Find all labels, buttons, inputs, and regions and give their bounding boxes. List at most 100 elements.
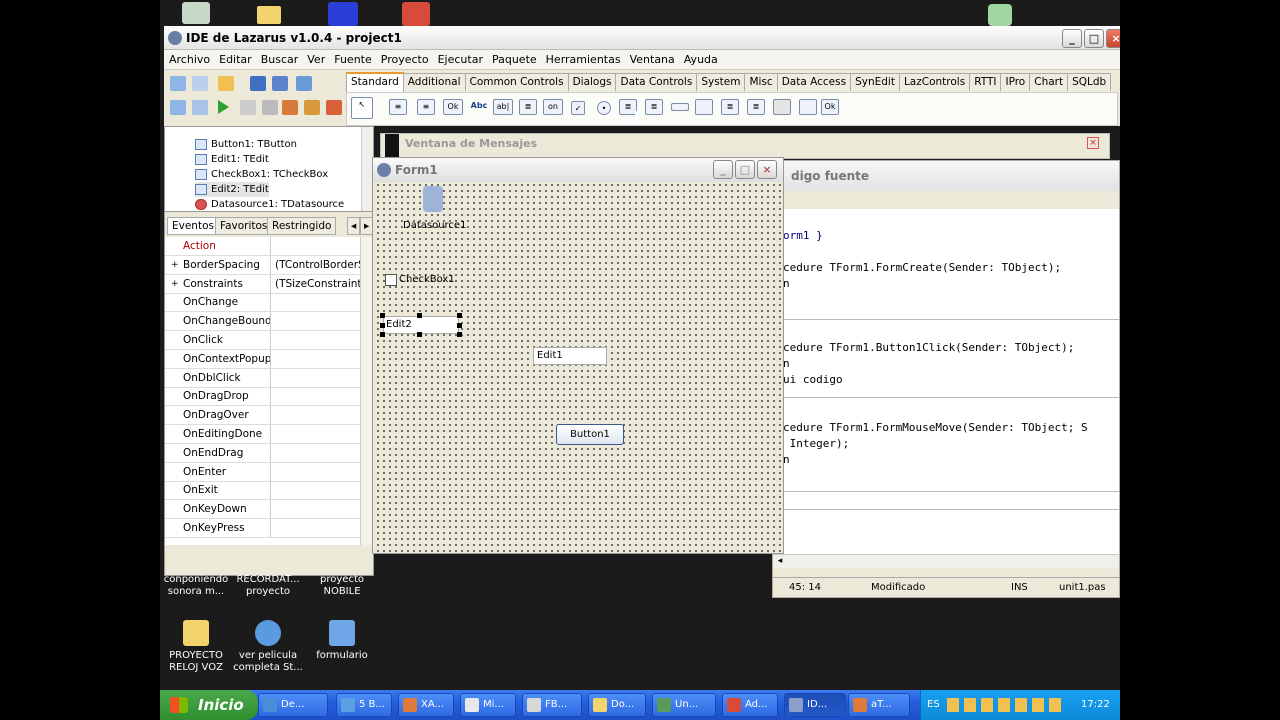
expand-icon[interactable]: + bbox=[171, 256, 179, 274]
tpanel-icon[interactable] bbox=[773, 99, 791, 115]
step-over-icon[interactable] bbox=[304, 100, 320, 115]
view-units-icon[interactable] bbox=[170, 100, 186, 115]
maximize-button[interactable]: □ bbox=[1084, 29, 1104, 48]
tab-synedit[interactable]: SynEdit bbox=[850, 73, 900, 91]
property-row[interactable]: +BorderSpacing(TControlBorderSp bbox=[165, 255, 360, 275]
property-row[interactable]: +Constraints(TSizeConstraints) bbox=[165, 274, 360, 294]
selection-handle[interactable] bbox=[380, 313, 385, 318]
tree-item-edit1[interactable]: Edit1: TEdit bbox=[195, 152, 269, 167]
property-value[interactable]: (TControlBorderSp bbox=[275, 256, 360, 274]
selection-handle[interactable] bbox=[457, 313, 462, 318]
tree-item-datasource1[interactable]: Datasource1: TDatasource bbox=[195, 197, 344, 211]
menu-fuente[interactable]: Fuente bbox=[334, 53, 372, 66]
save-all-icon[interactable] bbox=[272, 76, 288, 91]
property-value[interactable]: (TSizeConstraints) bbox=[275, 275, 360, 293]
desktop-icon-b[interactable] bbox=[328, 2, 358, 26]
tab-lazcontrols[interactable]: LazControls bbox=[898, 73, 971, 91]
property-row[interactable]: OnDblClick bbox=[165, 368, 360, 388]
tab-eventos[interactable]: Eventos bbox=[167, 217, 219, 235]
property-row[interactable]: OnContextPopup bbox=[165, 349, 360, 369]
selection-handle[interactable] bbox=[457, 323, 462, 328]
menu-archivo[interactable]: Archivo bbox=[169, 53, 210, 66]
desktop-icon-nobile[interactable]: proyecto NOBILE bbox=[306, 574, 378, 598]
selection-handle[interactable] bbox=[417, 313, 422, 318]
tab-misc[interactable]: Misc bbox=[744, 73, 778, 91]
pause-icon[interactable] bbox=[240, 100, 256, 115]
taskbar-button[interactable]: 5 B... bbox=[336, 693, 392, 717]
code-hscrollbar[interactable]: ◂ bbox=[773, 554, 1119, 568]
tab-rtti[interactable]: RTTI bbox=[969, 73, 1002, 91]
desktop-icon-folder[interactable] bbox=[257, 6, 281, 24]
tab-chart[interactable]: Chart bbox=[1029, 73, 1069, 91]
menu-buscar[interactable]: Buscar bbox=[261, 53, 299, 66]
taskbar-button[interactable]: XA... bbox=[398, 693, 454, 717]
start-button[interactable]: Inicio bbox=[160, 690, 258, 720]
tmemo-icon[interactable]: ≣ bbox=[519, 99, 537, 115]
taskbar-button[interactable]: Mi... bbox=[460, 693, 516, 717]
tcombobox-icon[interactable]: ≣ bbox=[645, 99, 663, 115]
selection-handle[interactable] bbox=[380, 332, 385, 337]
selection-handle[interactable] bbox=[417, 332, 422, 337]
tree-item-edit2[interactable]: Edit2: TEdit bbox=[195, 182, 269, 197]
taskbar-button[interactable]: Do... bbox=[588, 693, 646, 717]
taskbar-button[interactable]: De... bbox=[258, 693, 328, 717]
menu-proyecto[interactable]: Proyecto bbox=[381, 53, 429, 66]
property-row[interactable]: OnDragOver bbox=[165, 406, 360, 426]
save-icon[interactable] bbox=[250, 76, 266, 91]
taskbar-button[interactable]: Un... bbox=[652, 693, 716, 717]
menu-editar[interactable]: Editar bbox=[219, 53, 252, 66]
toggle-form-icon[interactable] bbox=[296, 76, 312, 91]
language-indicator[interactable]: ES bbox=[927, 690, 940, 720]
datasource-component-icon[interactable] bbox=[423, 186, 443, 212]
tcheckbox-icon[interactable]: ✓ bbox=[571, 101, 585, 115]
tradiogroup-icon[interactable]: ≣ bbox=[721, 99, 739, 115]
property-row[interactable]: OnChange bbox=[165, 293, 360, 313]
taskbar-button[interactable]: aT... bbox=[848, 693, 910, 717]
property-row[interactable]: OnExit bbox=[165, 481, 360, 501]
taskbar-button[interactable]: Ad... bbox=[722, 693, 778, 717]
property-row[interactable]: OnEnter bbox=[165, 462, 360, 482]
taskbar-button[interactable]: FB... bbox=[522, 693, 582, 717]
menu-ventana[interactable]: Ventana bbox=[630, 53, 675, 66]
new-unit-icon[interactable] bbox=[170, 76, 186, 91]
new-form-icon[interactable] bbox=[192, 76, 208, 91]
minimize-button[interactable]: _ bbox=[1062, 29, 1082, 48]
tgroupbox-icon[interactable] bbox=[695, 99, 713, 115]
code-area[interactable]: orm1 } cedure TForm1.FormCreate(Sender: T… bbox=[773, 209, 1119, 554]
expand-icon[interactable]: + bbox=[171, 275, 179, 293]
stop-icon[interactable] bbox=[262, 100, 278, 115]
tab-common-controls[interactable]: Common Controls bbox=[464, 73, 569, 91]
tab-standard[interactable]: Standard bbox=[346, 72, 404, 92]
tab-sqldb[interactable]: SQLdb bbox=[1067, 73, 1112, 91]
tab-additional[interactable]: Additional bbox=[402, 73, 466, 91]
desktop-icon-pelicula[interactable]: ver pelicula completa St... bbox=[232, 620, 304, 674]
desktop-icon-reloj-voz[interactable]: PROYECTO RELOJ VOZ bbox=[160, 620, 232, 674]
desktop-icon-iso[interactable] bbox=[182, 2, 210, 24]
tab-ipro[interactable]: IPro bbox=[1000, 73, 1031, 91]
button1[interactable]: Button1 bbox=[556, 424, 624, 445]
menu-paquete[interactable]: Paquete bbox=[492, 53, 537, 66]
tscrollbar-icon[interactable] bbox=[671, 103, 689, 111]
open-icon[interactable] bbox=[218, 76, 234, 91]
selection-handle[interactable] bbox=[380, 323, 385, 328]
tframe-icon[interactable] bbox=[799, 99, 817, 115]
edit1-field[interactable]: Edit1 bbox=[533, 347, 607, 365]
clock[interactable]: 17:22 bbox=[1081, 690, 1110, 720]
tcheckgroup-icon[interactable]: ≣ bbox=[747, 99, 765, 115]
step-into-icon[interactable] bbox=[282, 100, 298, 115]
tab-restringido[interactable]: Restringido bbox=[267, 217, 337, 235]
run-to-cursor-icon[interactable] bbox=[326, 100, 342, 115]
form-design-grid[interactable]: Datasource1 CheckBox1 Edit2 Edit1 Button… bbox=[375, 182, 781, 552]
property-row[interactable]: OnEditingDone bbox=[165, 425, 360, 444]
pointer-tool-icon[interactable]: ↖ bbox=[351, 97, 373, 119]
tactionlist-icon[interactable]: Ok bbox=[821, 99, 839, 115]
tradiobutton-icon[interactable]: • bbox=[597, 101, 611, 115]
tab-system[interactable]: System bbox=[696, 73, 746, 91]
close-button[interactable]: × bbox=[1106, 29, 1120, 48]
property-row[interactable]: OnKeyDown bbox=[165, 500, 360, 520]
tlabel-icon[interactable]: Abc bbox=[469, 99, 489, 115]
property-row[interactable]: OnChangeBounds bbox=[165, 312, 360, 332]
scroll-left-icon[interactable]: ◂ bbox=[773, 555, 787, 568]
tab-data-access[interactable]: Data Access bbox=[776, 73, 852, 91]
tree-item-button1[interactable]: Button1: TButton bbox=[195, 137, 297, 152]
